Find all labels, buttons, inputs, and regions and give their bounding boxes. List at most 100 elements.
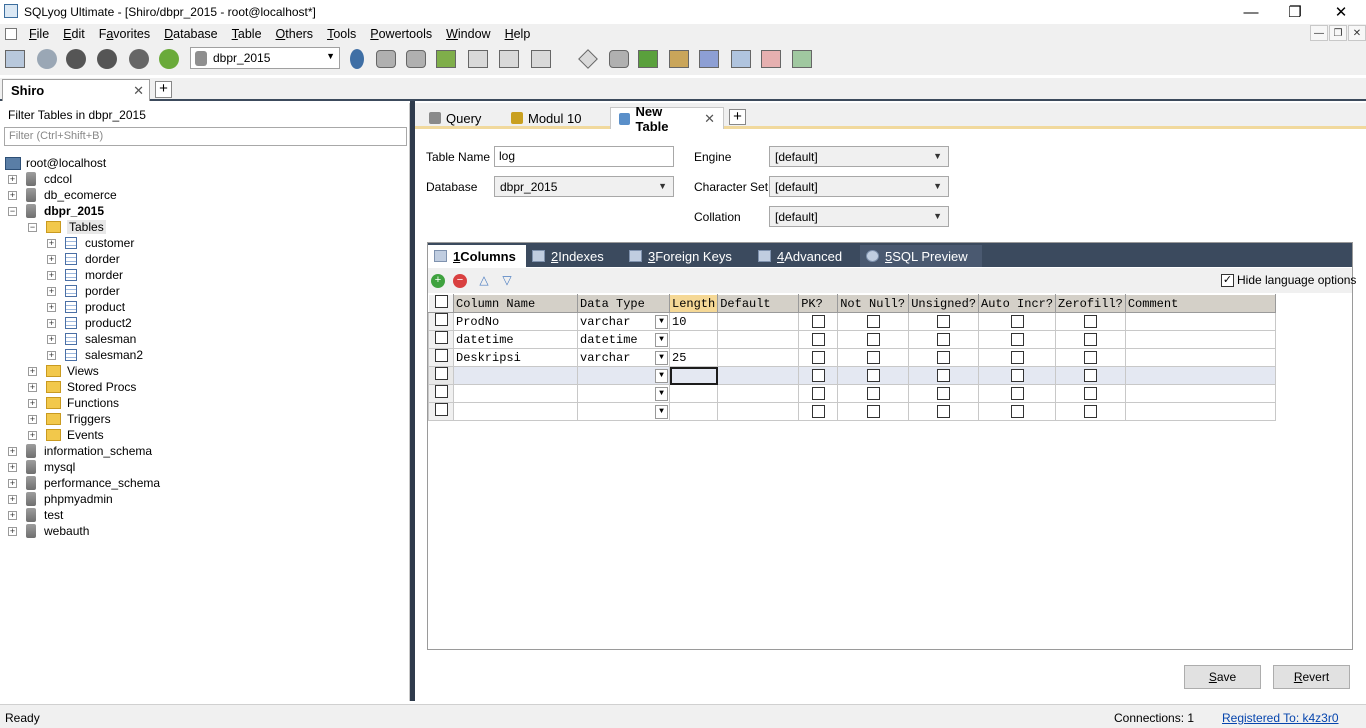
chevron-down-icon[interactable]: ▼ (655, 387, 668, 401)
charset-combo[interactable]: [default] ▼ (769, 176, 949, 197)
zerofill-cell[interactable] (1055, 384, 1126, 403)
create-table-icon[interactable] (404, 47, 428, 71)
tree-item-dbpr-2015[interactable]: − dbpr_2015 (8, 203, 104, 219)
zerofill-checkbox[interactable] (1083, 386, 1097, 400)
unsigned-cell[interactable] (908, 366, 980, 385)
zerofill-checkbox[interactable] (1083, 332, 1097, 346)
import-icon[interactable] (434, 47, 458, 71)
connection-tab-shiro[interactable]: Shiro ✕ (2, 79, 150, 101)
engine-combo[interactable]: [default] ▼ (769, 146, 949, 167)
default-cell[interactable] (717, 348, 800, 367)
tree-item-salesman2[interactable]: + salesman2 (47, 347, 143, 363)
pk-checkbox[interactable] (811, 386, 825, 400)
chevron-down-icon[interactable]: ▼ (655, 369, 668, 383)
tab-sql-preview[interactable]: 5 SQL Preview (860, 245, 982, 267)
expand-icon[interactable]: + (8, 174, 17, 184)
not-null-checkbox[interactable] (866, 332, 880, 346)
not-null-checkbox[interactable] (866, 314, 880, 328)
menu-window[interactable]: Window (439, 27, 497, 41)
expand-icon[interactable]: + (8, 446, 17, 456)
header-default[interactable]: Default (717, 294, 800, 313)
data-type-cell[interactable]: datetime ▼ (577, 330, 670, 349)
comment-cell[interactable] (1124, 384, 1276, 403)
comment-cell[interactable] (1124, 402, 1276, 421)
tree-item-cdcol[interactable]: + cdcol (8, 171, 72, 187)
header-not-null[interactable]: Not Null? (837, 294, 910, 313)
length-cell[interactable]: 10 (668, 312, 719, 331)
auto-incr-checkbox[interactable] (1010, 332, 1024, 346)
zerofill-cell[interactable] (1055, 312, 1126, 331)
not-null-cell[interactable] (837, 384, 910, 403)
not-null-cell[interactable] (837, 330, 910, 349)
data-sync-icon[interactable] (636, 47, 660, 71)
unsigned-cell[interactable] (908, 348, 980, 367)
tab-advanced[interactable]: 4 Advanced (752, 245, 848, 267)
zerofill-cell[interactable] (1055, 348, 1126, 367)
pk-cell[interactable] (798, 402, 839, 421)
stop-query-icon[interactable] (127, 47, 151, 71)
expand-icon[interactable]: + (28, 430, 37, 440)
expand-icon[interactable]: + (28, 414, 37, 424)
length-cell[interactable] (668, 402, 719, 421)
pk-checkbox[interactable] (811, 314, 825, 328)
pk-checkbox[interactable] (811, 404, 825, 418)
expand-icon[interactable]: + (47, 334, 56, 344)
pk-checkbox[interactable] (811, 350, 825, 364)
row-select-checkbox[interactable] (428, 348, 454, 367)
header-unsigned[interactable]: Unsigned? (908, 294, 980, 313)
expand-icon[interactable]: + (28, 366, 37, 376)
auto-incr-checkbox[interactable] (1010, 404, 1024, 418)
default-cell[interactable] (717, 384, 800, 403)
table-row[interactable]: datetime datetime ▼ (428, 330, 1276, 349)
auto-incr-cell[interactable] (978, 402, 1057, 421)
auto-incr-cell[interactable] (978, 330, 1057, 349)
select-all-checkbox[interactable] (428, 294, 454, 313)
comment-cell[interactable] (1124, 312, 1276, 331)
expand-icon[interactable]: + (8, 462, 17, 472)
data-type-cell[interactable]: ▼ (577, 384, 670, 403)
table-row[interactable]: ▼ (428, 366, 1276, 385)
auto-incr-checkbox[interactable] (1010, 386, 1024, 400)
table-data-icon[interactable] (497, 47, 521, 71)
zerofill-checkbox[interactable] (1083, 314, 1097, 328)
user-manager-icon[interactable] (345, 47, 369, 71)
tab-query[interactable]: Query (421, 107, 489, 129)
tree-item-views[interactable]: + Views (28, 363, 99, 379)
table-row[interactable]: Deskripsi varchar ▼ 25 (428, 348, 1276, 367)
auto-incr-cell[interactable] (978, 348, 1057, 367)
tree-item-tables[interactable]: − Tables (28, 219, 106, 235)
tree-item-morder[interactable]: + morder (47, 267, 123, 283)
unsigned-cell[interactable] (908, 330, 980, 349)
header-auto-incr[interactable]: Auto Incr? (978, 294, 1057, 313)
tree-item-events[interactable]: + Events (28, 427, 104, 443)
add-connection-button[interactable]: + (155, 81, 172, 98)
tree-item-porder[interactable]: + porder (47, 283, 120, 299)
auto-incr-checkbox[interactable] (1010, 368, 1024, 382)
restore-icon[interactable] (607, 47, 631, 71)
create-database-icon[interactable] (374, 47, 398, 71)
column-name-cell[interactable] (453, 384, 578, 403)
menu-help[interactable]: Help (498, 27, 538, 41)
expand-icon[interactable]: + (8, 190, 17, 200)
data-type-cell[interactable]: ▼ (577, 402, 670, 421)
schema-sync-icon[interactable] (790, 47, 814, 71)
header-column-name[interactable]: Column Name (453, 294, 578, 313)
add-row-icon[interactable]: + (431, 274, 445, 288)
expand-icon[interactable]: + (47, 286, 56, 296)
table-schema-icon[interactable] (529, 47, 553, 71)
maximize-button[interactable]: ❐ (1272, 0, 1318, 24)
expand-icon[interactable]: + (47, 350, 56, 360)
not-null-cell[interactable] (837, 312, 910, 331)
tree-item-triggers[interactable]: + Triggers (28, 411, 111, 427)
tree-item-dorder[interactable]: + dorder (47, 251, 120, 267)
not-null-checkbox[interactable] (866, 368, 880, 382)
menu-edit[interactable]: Edit (56, 27, 92, 41)
row-select-checkbox[interactable] (428, 366, 454, 385)
tab-modul-10[interactable]: Modul 10 (503, 107, 589, 129)
unsigned-cell[interactable] (908, 402, 980, 421)
mdi-restore-button[interactable]: ❐ (1329, 25, 1347, 41)
add-query-tab-button[interactable]: + (729, 109, 746, 125)
expand-icon[interactable]: + (28, 382, 37, 392)
column-name-cell[interactable]: ProdNo (453, 312, 578, 331)
not-null-cell[interactable] (837, 366, 910, 385)
